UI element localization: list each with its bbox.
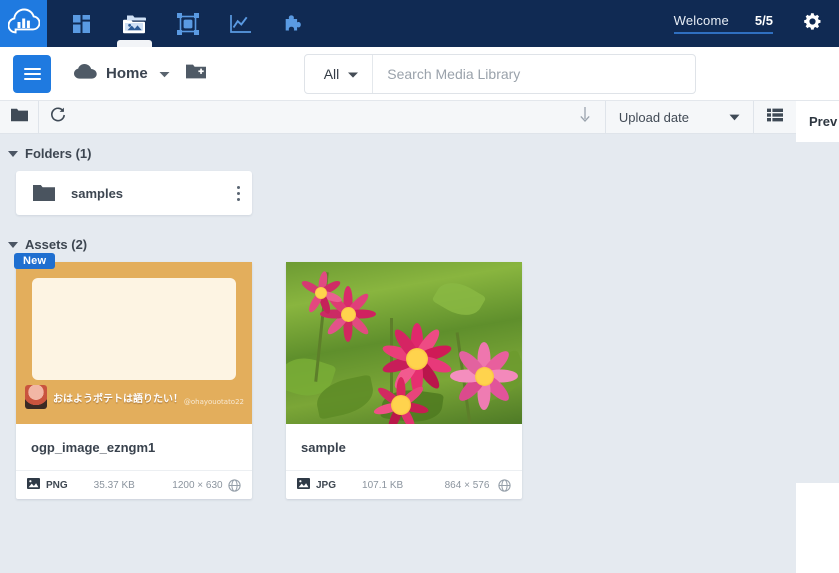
asset-format-label: PNG	[46, 479, 68, 491]
gear-icon	[802, 11, 823, 37]
search-scope-label: All	[323, 65, 340, 82]
image-file-icon	[27, 478, 40, 492]
arrow-down-icon	[579, 107, 591, 127]
status-badge: New	[14, 253, 56, 269]
dashboard-grid-icon	[72, 14, 92, 34]
asset-name: ogp_image_ezngm1	[16, 424, 252, 471]
list-view-icon	[767, 108, 783, 127]
asset-card[interactable]: New おはようポテトは語りたい！ @ohayouotato22 ogp_ima…	[14, 253, 252, 499]
assets-toolbar: Upload date	[0, 100, 796, 134]
ogp-handle-text: @ohayouotato22	[183, 398, 244, 406]
avatar	[25, 385, 47, 409]
chevron-down-icon	[8, 150, 18, 157]
assets-browser: Folders (1) samples Assets (2) New おはようポ…	[0, 134, 796, 573]
globe-icon[interactable]	[228, 478, 241, 492]
chevron-down-icon	[8, 241, 18, 248]
folders-section-header[interactable]: Folders (1)	[0, 134, 796, 161]
search-scope-selector[interactable]: All	[305, 54, 374, 93]
asset-format: PNG	[27, 478, 68, 492]
primary-nav	[55, 0, 320, 49]
nav-item-transformations[interactable]	[161, 0, 214, 47]
transform-frame-icon	[176, 12, 199, 35]
assets-section-header[interactable]: Assets (2)	[0, 215, 796, 252]
ogp-caption-text: おはようポテトは語りたい！	[53, 393, 183, 405]
topbar-right-group: Welcome 5/5	[673, 0, 839, 47]
folder-view-button[interactable]	[0, 101, 38, 134]
assets-grid: New おはようポテトは語りたい！ @ohayouotato22 ogp_ima…	[0, 252, 796, 499]
asset-thumbnail[interactable]: おはようポテトは語りたい！ @ohayouotato22	[16, 262, 252, 424]
nav-item-analytics[interactable]	[214, 0, 267, 47]
sort-by-dropdown[interactable]: Upload date	[606, 101, 753, 134]
preview-panel-body	[796, 142, 839, 483]
hamburger-menu-icon	[23, 65, 41, 83]
ogp-inner-panel	[32, 278, 236, 380]
nav-item-dashboard[interactable]	[55, 0, 108, 47]
analytics-chart-icon	[229, 14, 252, 34]
new-folder-button[interactable]	[185, 63, 206, 85]
media-library-icon	[122, 13, 147, 34]
welcome-count: 5/5	[754, 13, 773, 28]
flower-shape	[296, 268, 346, 318]
refresh-icon	[50, 106, 66, 128]
cloud-icon	[74, 63, 97, 84]
folder-card[interactable]: samples	[16, 171, 252, 215]
ogp-caption-strip: おはようポテトは語りたい！	[16, 382, 252, 412]
media-library-app: Welcome 5/5 Home All Search Media Librar…	[0, 0, 839, 573]
chevron-down-icon[interactable]	[159, 65, 170, 83]
refresh-button[interactable]	[39, 101, 77, 134]
asset-metadata: JPG 107.1 KB 864 × 576	[286, 471, 522, 499]
flower-shape	[448, 340, 520, 412]
asset-card[interactable]: sample JPG 107.1 KB 864 × 576	[286, 262, 522, 499]
search-input[interactable]	[373, 54, 695, 93]
welcome-progress[interactable]: Welcome 5/5	[673, 13, 773, 34]
puzzle-piece-icon	[284, 14, 304, 34]
sort-by-label: Upload date	[618, 109, 689, 125]
asset-size: 107.1 KB	[362, 479, 404, 491]
asset-size: 35.37 KB	[93, 479, 135, 491]
breadcrumb: Home	[74, 63, 170, 84]
chevron-down-icon	[348, 65, 359, 83]
chevron-down-icon	[729, 108, 740, 126]
preview-panel: Prev	[796, 101, 839, 573]
globe-icon[interactable]	[498, 478, 511, 492]
flower-shape	[370, 374, 432, 424]
folder-icon	[10, 108, 28, 127]
breadcrumb-bar: Home All	[0, 47, 839, 101]
new-folder-icon	[185, 63, 206, 85]
cloud-bars-logo-icon	[7, 7, 40, 40]
nav-item-media-library[interactable]	[108, 0, 161, 49]
ogp-card-graphic: おはようポテトは語りたい！ @ohayouotato22	[16, 262, 252, 424]
welcome-label: Welcome	[673, 13, 729, 28]
settings-button[interactable]	[797, 9, 827, 39]
asset-dimensions: 864 × 576	[444, 479, 490, 491]
preview-panel-title: Prev	[809, 114, 838, 129]
asset-name: sample	[286, 424, 522, 471]
assets-section-label: Assets (2)	[25, 237, 88, 252]
folders-grid: samples	[0, 161, 796, 215]
app-logo[interactable]	[0, 0, 47, 47]
asset-thumbnail[interactable]	[286, 262, 522, 424]
breadcrumb-home-label[interactable]: Home	[106, 65, 148, 82]
top-navigation-bar: Welcome 5/5	[0, 0, 839, 49]
asset-metadata: PNG 35.37 KB 1200 × 630	[16, 471, 252, 499]
asset-format: JPG	[297, 478, 336, 492]
nav-item-addons[interactable]	[267, 0, 320, 47]
view-mode-button[interactable]	[754, 101, 796, 134]
kebab-menu-icon[interactable]	[224, 185, 252, 201]
search-bar: All	[303, 53, 696, 94]
image-file-icon	[297, 478, 310, 492]
leaf-shape	[431, 274, 487, 324]
asset-dimensions: 1200 × 630	[172, 479, 223, 491]
preview-panel-header: Prev	[796, 101, 839, 142]
sort-direction-button[interactable]	[565, 101, 605, 134]
sidebar-toggle-button[interactable]	[13, 54, 51, 93]
asset-format-label: JPG	[316, 479, 337, 491]
flower-photo-graphic	[286, 262, 522, 424]
folder-name: samples	[71, 185, 124, 201]
folder-icon	[33, 184, 55, 202]
folders-section-label: Folders (1)	[25, 146, 92, 161]
